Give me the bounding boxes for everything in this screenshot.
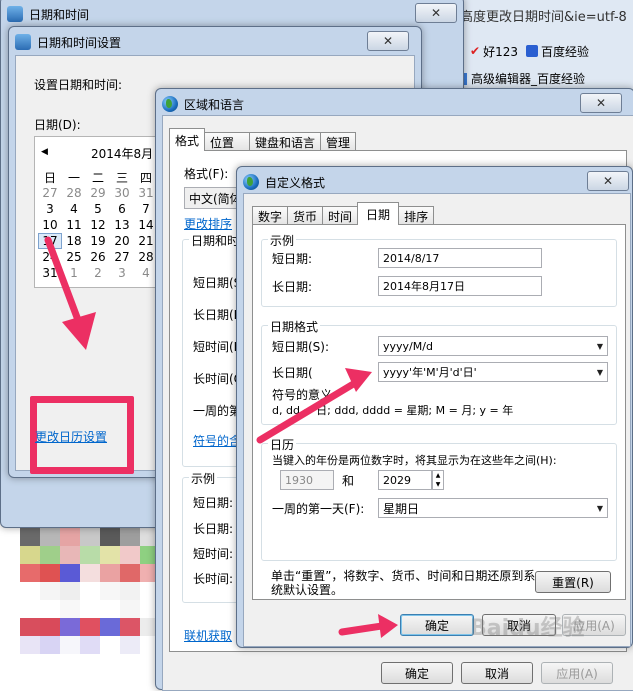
watermark: Baidu经验 bbox=[470, 616, 585, 641]
annotation-arrows bbox=[44, 236, 398, 638]
tab-format[interactable]: 格式 bbox=[169, 128, 206, 151]
tab-date[interactable]: 日期 bbox=[357, 202, 400, 225]
annotation-arrow-1 bbox=[44, 236, 82, 324]
annotation-arrowhead-3 bbox=[378, 614, 398, 638]
annotation-arrow-3 bbox=[338, 622, 386, 636]
annotation-arrow-2 bbox=[256, 376, 364, 444]
annotation-arrowhead-1 bbox=[62, 312, 96, 350]
